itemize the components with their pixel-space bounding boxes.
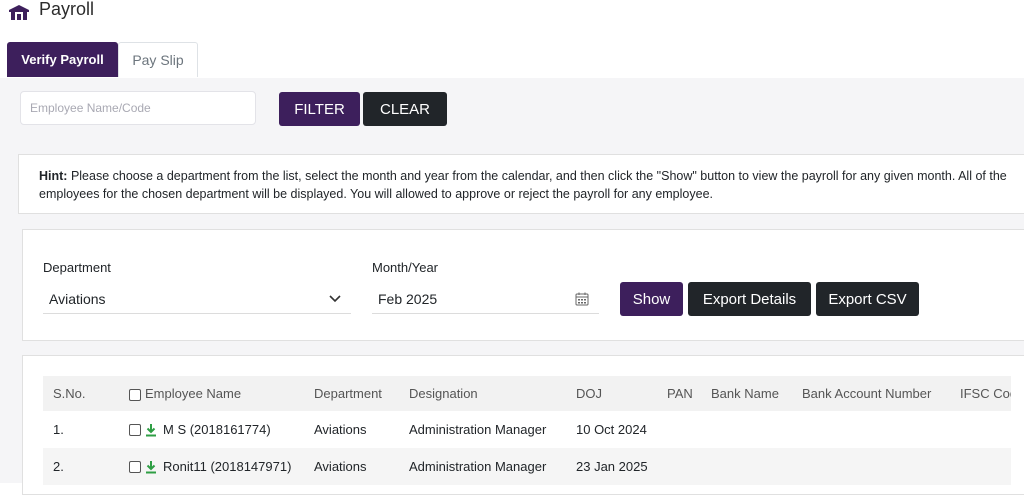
tab-verify-payroll[interactable]: Verify Payroll (7, 42, 118, 77)
department-select[interactable]: Aviations (43, 284, 351, 314)
cell-employee-name: M S (2018161774) (119, 411, 304, 448)
download-icon[interactable] (145, 460, 157, 474)
header-pan: PAN (657, 376, 701, 411)
cell-ifsc (950, 448, 1011, 485)
cell-pan (657, 448, 701, 485)
tab-pay-slip[interactable]: Pay Slip (118, 42, 198, 77)
export-csv-button[interactable]: Export CSV (816, 282, 919, 316)
export-details-button[interactable]: Export Details (688, 282, 811, 316)
header-designation: Designation (399, 376, 566, 411)
tab-bar: Verify Payroll Pay Slip (0, 42, 1024, 79)
cell-designation: Administration Manager (399, 448, 566, 485)
payroll-table: S.No. Employee Name Department Designati… (43, 376, 1011, 485)
cell-sno: 1. (43, 411, 119, 448)
month-year-input[interactable]: Feb 2025 (372, 284, 599, 314)
hint-box: Hint: Please choose a department from th… (18, 154, 1024, 214)
table-row: 2. Ronit11 (2018147971) Aviations Admini… (43, 448, 1011, 485)
payroll-table-card: S.No. Employee Name Department Designati… (22, 355, 1024, 495)
page-header: Payroll (0, 0, 1024, 30)
cell-bank-name (701, 448, 792, 485)
month-year-value: Feb 2025 (378, 291, 438, 307)
header-bank-account: Bank Account Number (792, 376, 950, 411)
cell-employee-name: Ronit11 (2018147971) (119, 448, 304, 485)
header-doj: DOJ (566, 376, 657, 411)
content-area: FILTER CLEAR Hint: Please choose a depar… (0, 78, 1024, 495)
cell-bank-name (701, 411, 792, 448)
cell-sno: 2. (43, 448, 119, 485)
department-value: Aviations (49, 291, 106, 307)
chevron-down-icon (329, 295, 341, 303)
table-row: 1. M S (2018161774) Aviations Administra… (43, 411, 1011, 448)
clear-button[interactable]: CLEAR (363, 92, 447, 126)
hint-label: Hint: (39, 169, 68, 183)
employee-search-input[interactable] (20, 91, 256, 125)
row-checkbox[interactable] (129, 424, 141, 437)
row-checkbox[interactable] (129, 461, 141, 474)
payroll-controls-card: Department Aviations Month/Year Feb 2025 (22, 229, 1024, 341)
header-sno: S.No. (43, 376, 119, 411)
cell-bank-account (792, 411, 950, 448)
cell-bank-account (792, 448, 950, 485)
header-department: Department (304, 376, 399, 411)
show-button[interactable]: Show (620, 282, 683, 316)
cell-doj: 10 Oct 2024 (566, 411, 657, 448)
calendar-icon[interactable] (575, 292, 589, 306)
table-header-row: S.No. Employee Name Department Designati… (43, 376, 1011, 411)
cell-ifsc (950, 411, 1011, 448)
select-all-checkbox[interactable] (129, 388, 141, 401)
header-employee-name: Employee Name (119, 376, 304, 411)
hint-text: Please choose a department from the list… (39, 169, 1007, 201)
cell-doj: 23 Jan 2025 (566, 448, 657, 485)
cell-department: Aviations (304, 411, 399, 448)
department-label: Department (43, 260, 111, 275)
cell-pan (657, 411, 701, 448)
cell-department: Aviations (304, 448, 399, 485)
cell-designation: Administration Manager (399, 411, 566, 448)
download-icon[interactable] (145, 423, 157, 437)
home-icon (9, 5, 29, 20)
page-title: Payroll (39, 0, 95, 19)
month-year-label: Month/Year (372, 260, 439, 275)
filter-button[interactable]: FILTER (279, 92, 360, 126)
header-bank-name: Bank Name (701, 376, 792, 411)
header-ifsc: IFSC Code (950, 376, 1011, 411)
